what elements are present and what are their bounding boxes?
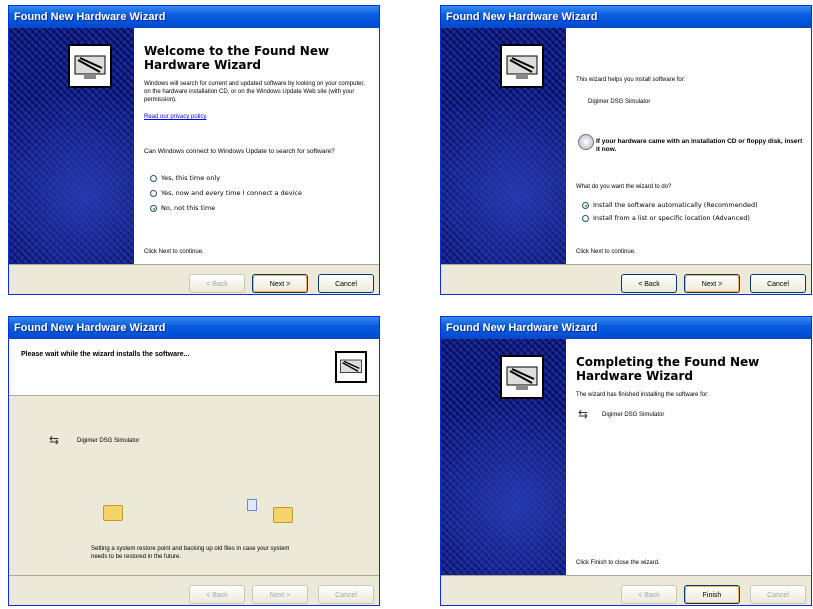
device-name: Digimer DSG Simulator xyxy=(588,99,651,105)
radio-label: Yes, this time only xyxy=(161,174,221,182)
restore-point-text: Setting a system restore point and backi… xyxy=(91,546,290,560)
wizard-content: Please wait while the wizard installs th… xyxy=(9,339,379,575)
hardware-icon xyxy=(500,355,544,399)
cancel-button[interactable]: Cancel xyxy=(750,274,806,293)
radio-button[interactable] xyxy=(582,202,589,209)
device-name: Digimer DSG Simulator xyxy=(77,438,140,444)
button-bar: < Back Next > Cancel xyxy=(9,264,379,294)
back-button[interactable]: < Back xyxy=(621,585,677,604)
instruction-text: Click Finish to close the wizard. xyxy=(576,560,660,566)
question-text: What do you want the wizard to do? xyxy=(576,184,672,190)
document-icon xyxy=(247,499,257,511)
hardware-icon xyxy=(335,351,367,383)
wizard-window-welcome: Found New Hardware Wizard Welcome to the… xyxy=(8,5,380,295)
cd-instruction-text: If your hardware came with an installati… xyxy=(596,138,803,153)
wizard-window-installing: Found New Hardware Wizard Please wait wh… xyxy=(8,316,380,606)
next-button[interactable]: Next > xyxy=(684,274,740,293)
cd-icon xyxy=(578,134,594,150)
radio-install-automatically[interactable]: Install the software automatically (Reco… xyxy=(582,201,758,210)
cancel-button[interactable]: Cancel xyxy=(750,585,806,604)
radio-button[interactable] xyxy=(150,205,157,212)
finished-text: The wizard has finished installing the s… xyxy=(576,392,709,398)
hardware-icon xyxy=(500,44,544,88)
wizard-side-banner xyxy=(441,339,566,575)
wizard-content: Completing the Found New Hardware Wizard… xyxy=(566,339,811,575)
radio-button[interactable] xyxy=(582,215,589,222)
usb-icon: ⇆ xyxy=(578,407,589,421)
radio-yes-this-time[interactable]: Yes, this time only xyxy=(150,174,220,183)
wizard-window-completing: Found New Hardware Wizard Completing the… xyxy=(440,316,812,606)
radio-install-from-list[interactable]: Install from a list or specific location… xyxy=(582,214,750,223)
radio-button[interactable] xyxy=(150,175,157,182)
wizard-content: Welcome to the Found New Hardware Wizard… xyxy=(134,28,379,264)
cancel-button[interactable]: Cancel xyxy=(318,585,374,604)
back-button[interactable]: < Back xyxy=(621,274,677,293)
next-button[interactable]: Next > xyxy=(252,585,308,604)
radio-label: Install the software automatically (Reco… xyxy=(593,201,758,209)
wizard-side-banner xyxy=(9,28,134,264)
radio-no-not-this-time[interactable]: No, not this time xyxy=(150,204,215,213)
back-button[interactable]: < Back xyxy=(189,274,245,293)
header-band: Please wait while the wizard installs th… xyxy=(9,339,379,396)
button-bar: < Back Next > Cancel xyxy=(441,264,811,294)
question-text: Can Windows connect to Windows Update to… xyxy=(144,148,335,155)
page-title: Please wait while the wizard installs th… xyxy=(21,351,190,358)
window-title-bar[interactable]: Found New Hardware Wizard xyxy=(441,317,811,339)
hardware-icon xyxy=(68,44,112,88)
button-bar: < Back Next > Cancel xyxy=(9,575,379,605)
radio-button[interactable] xyxy=(150,190,157,197)
folder-icon xyxy=(103,505,123,521)
finish-button[interactable]: Finish xyxy=(684,585,740,604)
button-bar: < Back Finish Cancel xyxy=(441,575,811,605)
privacy-policy-link[interactable]: Read our privacy policy xyxy=(144,113,206,121)
device-name: Digimer DSG Simulator xyxy=(602,412,665,418)
window-title-bar[interactable]: Found New Hardware Wizard xyxy=(441,6,811,28)
intro-text: This wizard helps you install software f… xyxy=(576,77,686,83)
instruction-text: Click Next to continue. xyxy=(576,249,636,255)
page-title: Completing the Found New Hardware Wizard xyxy=(576,355,760,383)
usb-icon: ⇆ xyxy=(49,433,60,447)
page-title: Welcome to the Found New Hardware Wizard xyxy=(144,44,330,72)
radio-label: No, not this time xyxy=(161,204,216,212)
instruction-text: Click Next to continue. xyxy=(144,249,204,255)
radio-label: Install from a list or specific location… xyxy=(593,214,750,222)
cancel-button[interactable]: Cancel xyxy=(318,274,374,293)
wizard-side-banner xyxy=(441,28,566,264)
wizard-content: This wizard helps you install software f… xyxy=(566,28,811,264)
window-title-bar[interactable]: Found New Hardware Wizard xyxy=(9,6,379,28)
back-button[interactable]: < Back xyxy=(189,585,245,604)
intro-text: Windows will search for current and upda… xyxy=(144,81,365,103)
window-title-bar[interactable]: Found New Hardware Wizard xyxy=(9,317,379,339)
folder-icon xyxy=(273,507,293,523)
next-button[interactable]: Next > xyxy=(252,274,308,293)
radio-yes-every-time[interactable]: Yes, now and every time I connect a devi… xyxy=(150,189,302,198)
wizard-window-install-options: Found New Hardware Wizard This wizard he… xyxy=(440,5,812,295)
radio-label: Yes, now and every time I connect a devi… xyxy=(161,189,302,197)
